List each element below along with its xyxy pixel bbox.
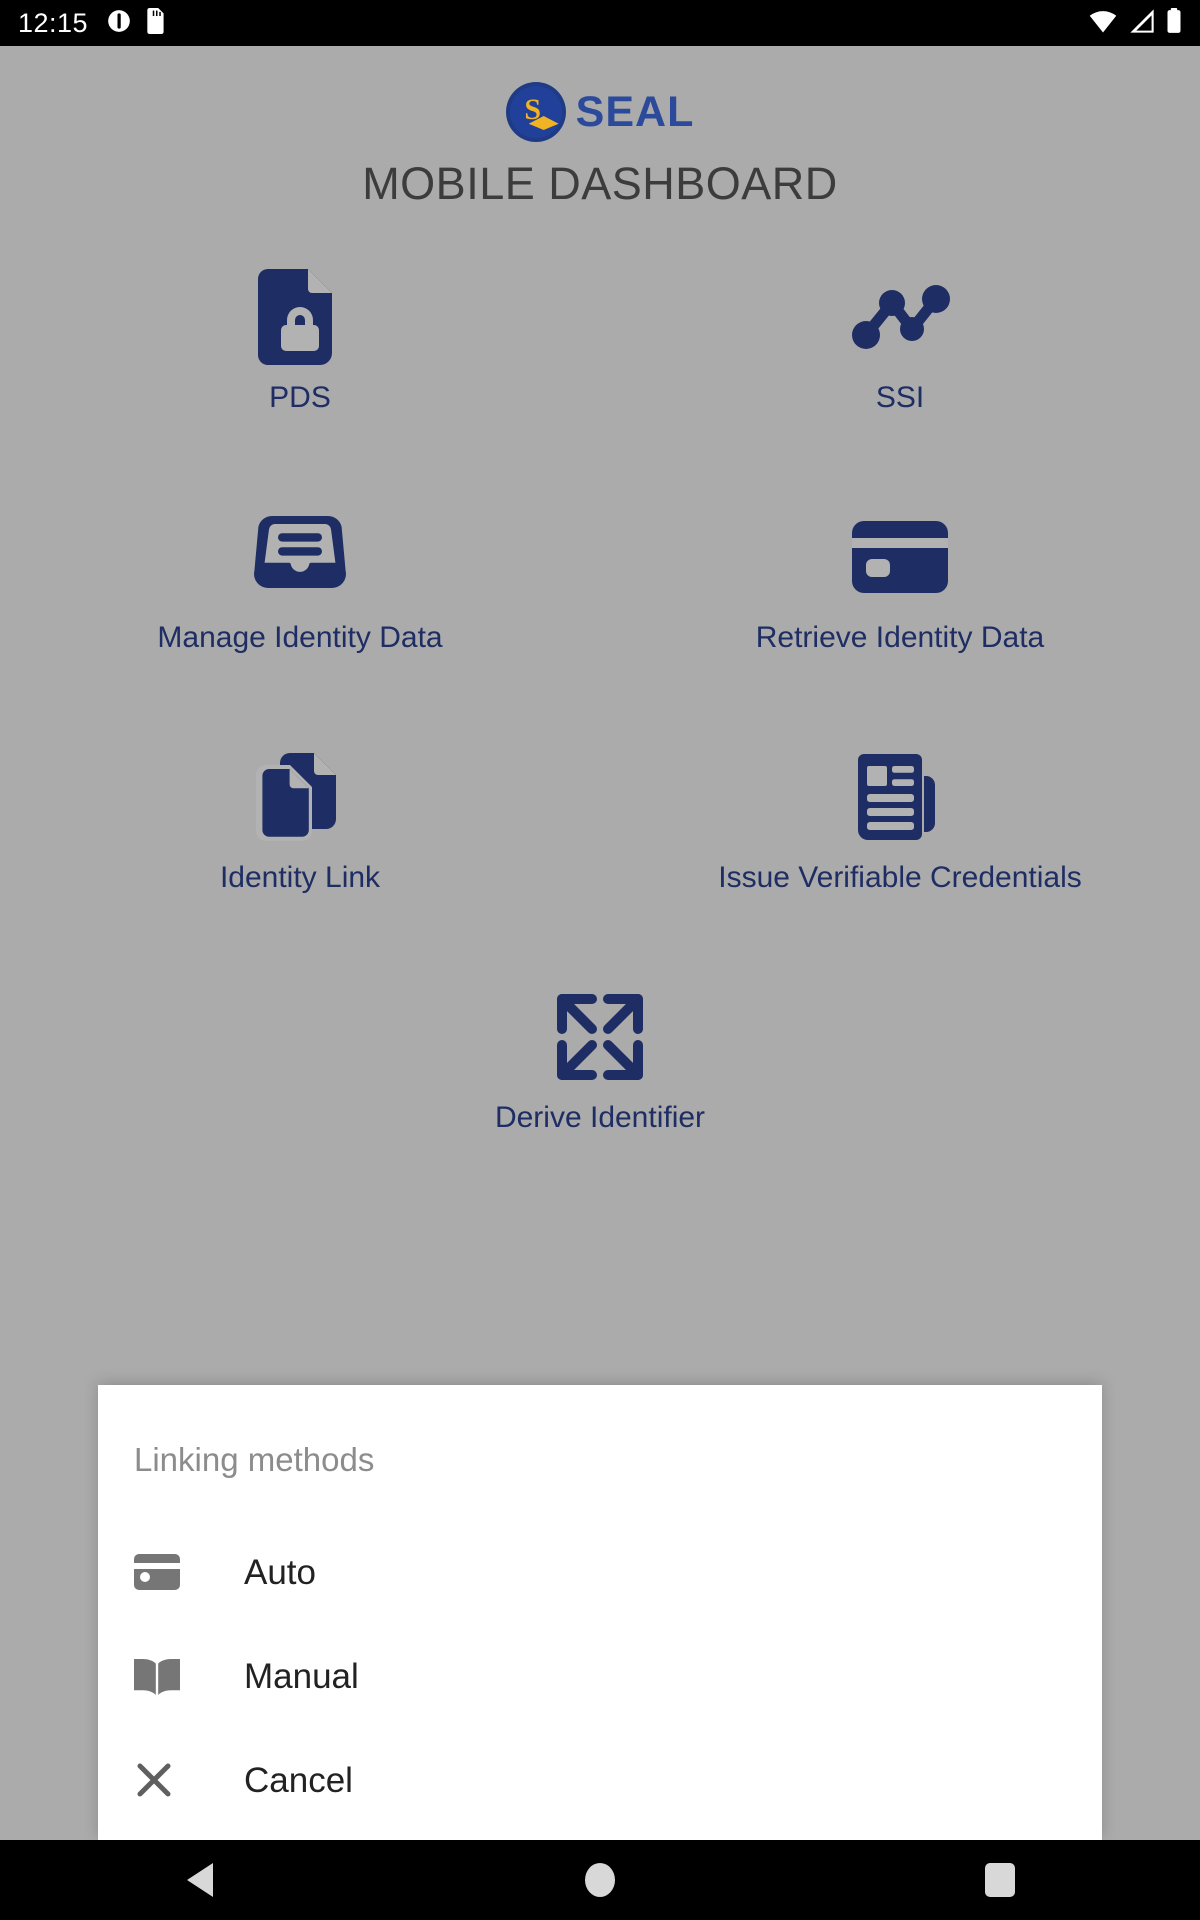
tile-label: PDS <box>269 381 331 415</box>
bottom-sheet-options: Auto Manual Cancel <box>98 1520 1102 1832</box>
nav-back-button[interactable] <box>140 1840 260 1920</box>
recents-square-icon <box>985 1863 1015 1897</box>
app-header: S SEAL MOBILE DASHBOARD <box>0 46 1200 207</box>
expand-arrows-icon <box>554 989 646 1085</box>
do-not-disturb-icon <box>106 8 132 39</box>
sheet-option-cancel[interactable]: Cancel <box>98 1728 1102 1832</box>
copy-documents-icon <box>256 749 344 845</box>
open-book-icon <box>134 1657 192 1695</box>
tile-label: SSI <box>875 381 925 415</box>
sd-card-icon <box>146 7 166 39</box>
bottom-sheet-title: Linking methods <box>134 1441 375 1478</box>
tile-label: Derive Identifier <box>494 1101 706 1135</box>
sheet-option-manual[interactable]: Manual <box>98 1624 1102 1728</box>
brand-wordmark: SEAL <box>575 87 695 136</box>
phone-screen: 12:15 S SEAL MOBILE DASHBOARD PDS SSI Ma… <box>0 0 1200 1920</box>
battery-icon <box>1166 7 1182 39</box>
seal-logo-badge-icon: S <box>505 82 566 142</box>
linking-methods-bottom-sheet: Linking methods Auto Manual Cancel <box>98 1385 1102 1840</box>
tile-label: Identity Link <box>219 861 381 895</box>
newspaper-icon <box>854 749 946 845</box>
tile-label: Retrieve Identity Data <box>755 621 1045 655</box>
node-graph-icon <box>850 269 950 365</box>
nav-recents-button[interactable] <box>940 1840 1060 1920</box>
document-lock-icon <box>258 269 342 366</box>
sheet-option-label: Cancel <box>244 1760 353 1800</box>
sheet-option-label: Auto <box>244 1552 316 1592</box>
tile-issue-verifiable-credentials[interactable]: Issue Verifiable Credentials <box>600 731 1200 971</box>
android-navigation-bar <box>0 1840 1200 1920</box>
status-bar: 12:15 <box>0 0 1200 46</box>
tile-identity-link[interactable]: Identity Link <box>0 731 600 971</box>
inbox-tray-icon <box>254 509 346 605</box>
brand-row: S SEAL <box>0 80 1200 144</box>
credit-card-icon <box>852 509 948 605</box>
tile-ssi[interactable]: SSI <box>600 251 1200 491</box>
dashboard-tile-grid: PDS SSI Manage Identity Data Retrieve Id… <box>0 251 1200 1211</box>
credit-card-icon <box>134 1554 192 1590</box>
tile-retrieve-identity-data[interactable]: Retrieve Identity Data <box>600 491 1200 731</box>
home-circle-icon <box>585 1863 615 1897</box>
wifi-icon <box>1088 8 1118 39</box>
tile-label: Manage Identity Data <box>157 621 443 655</box>
tile-label: Issue Verifiable Credentials <box>718 861 1082 895</box>
nav-home-button[interactable] <box>540 1840 660 1920</box>
tile-manage-identity-data[interactable]: Manage Identity Data <box>0 491 600 731</box>
status-bar-right-icons <box>1088 7 1182 39</box>
tile-derive-identifier[interactable]: Derive Identifier <box>0 971 1200 1211</box>
status-bar-left-icons <box>106 7 166 39</box>
close-x-icon <box>134 1760 192 1800</box>
tile-pds[interactable]: PDS <box>0 251 600 491</box>
sheet-option-auto[interactable]: Auto <box>98 1520 1102 1624</box>
back-triangle-icon <box>187 1863 213 1897</box>
cellular-signal-icon <box>1128 8 1156 39</box>
sheet-option-label: Manual <box>244 1656 359 1696</box>
status-bar-clock: 12:15 <box>18 7 89 38</box>
page-title: MOBILE DASHBOARD <box>362 158 838 209</box>
